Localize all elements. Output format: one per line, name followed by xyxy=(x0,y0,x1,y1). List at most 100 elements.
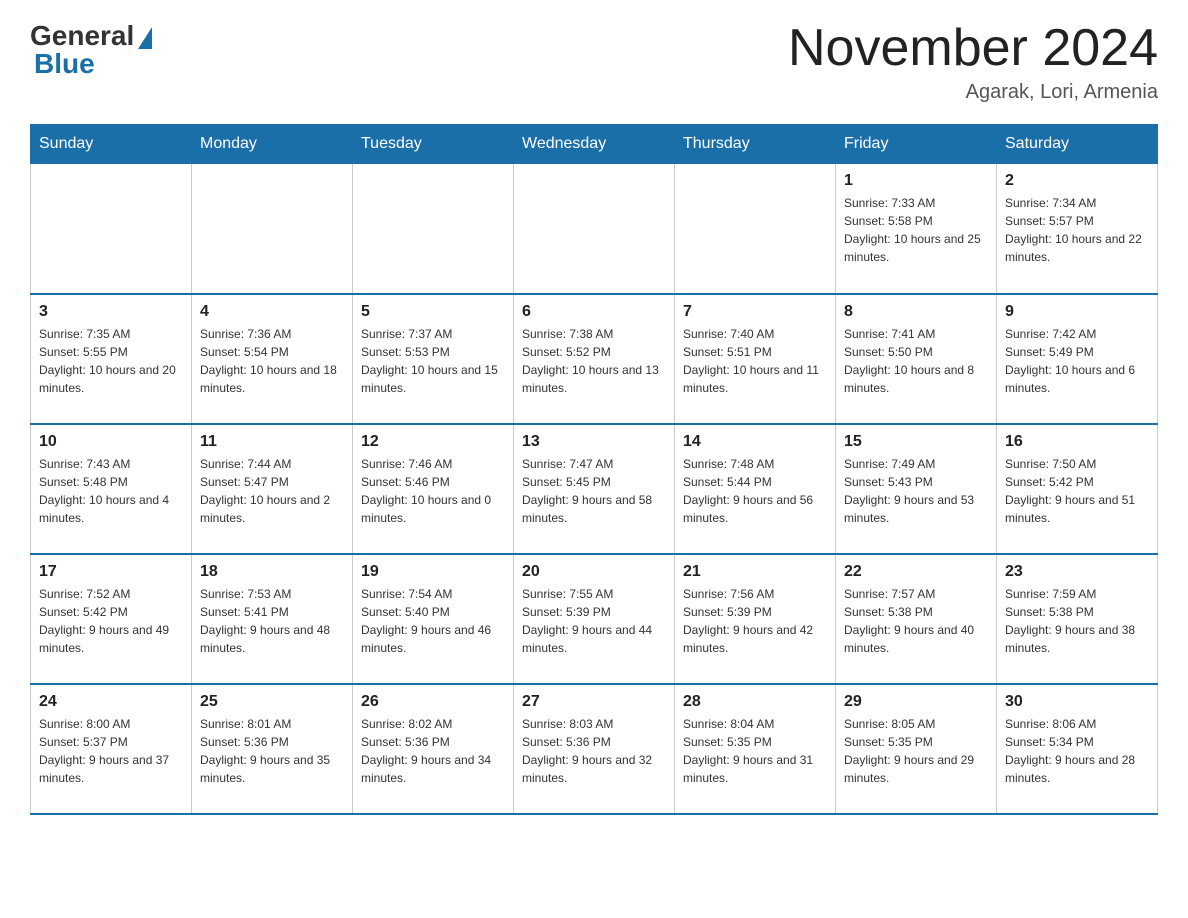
day-info: Sunrise: 7:42 AM Sunset: 5:49 PM Dayligh… xyxy=(1005,325,1149,397)
logo-triangle-icon xyxy=(138,27,152,49)
day-info: Sunrise: 7:54 AM Sunset: 5:40 PM Dayligh… xyxy=(361,585,505,657)
calendar-cell xyxy=(514,164,675,294)
calendar-cell xyxy=(675,164,836,294)
day-number: 6 xyxy=(522,303,666,321)
calendar-cell: 2 Sunrise: 7:34 AM Sunset: 5:57 PM Daylig… xyxy=(997,164,1158,294)
day-info: Sunrise: 8:04 AM Sunset: 5:35 PM Dayligh… xyxy=(683,715,827,787)
week-row-4: 17Sunrise: 7:52 AM Sunset: 5:42 PM Dayli… xyxy=(31,554,1158,684)
calendar-cell: 29Sunrise: 8:05 AM Sunset: 5:35 PM Dayli… xyxy=(836,684,997,814)
day-info: Sunrise: 7:56 AM Sunset: 5:39 PM Dayligh… xyxy=(683,585,827,657)
day-number: 10 xyxy=(39,433,183,451)
week-row-2: 3 Sunrise: 7:35 AM Sunset: 5:55 PM Daylig… xyxy=(31,294,1158,424)
day-info: Sunrise: 7:41 AM Sunset: 5:50 PM Dayligh… xyxy=(844,325,988,397)
calendar-cell: 15 Sunrise: 7:49 AM Sunset: 5:43 PM Dayli… xyxy=(836,424,997,554)
weekday-header-saturday: Saturday xyxy=(997,125,1158,164)
month-title: November 2024 xyxy=(788,20,1158,77)
day-info: Sunrise: 7:34 AM Sunset: 5:57 PM Dayligh… xyxy=(1005,194,1149,266)
weekday-header-tuesday: Tuesday xyxy=(353,125,514,164)
calendar-cell: 4Sunrise: 7:36 AM Sunset: 5:54 PM Daylig… xyxy=(192,294,353,424)
day-info: Sunrise: 7:57 AM Sunset: 5:38 PM Dayligh… xyxy=(844,585,988,657)
day-info: Sunrise: 7:43 AM Sunset: 5:48 PM Dayligh… xyxy=(39,455,183,527)
day-info: Sunrise: 8:02 AM Sunset: 5:36 PM Dayligh… xyxy=(361,715,505,787)
day-info: Sunrise: 7:38 AM Sunset: 5:52 PM Dayligh… xyxy=(522,325,666,397)
calendar-cell: 22 Sunrise: 7:57 AM Sunset: 5:38 PM Dayli… xyxy=(836,554,997,684)
day-info: Sunrise: 8:06 AM Sunset: 5:34 PM Dayligh… xyxy=(1005,715,1149,787)
logo: General Blue xyxy=(30,20,152,80)
calendar-cell: 13 Sunrise: 7:47 AM Sunset: 5:45 PM Dayli… xyxy=(514,424,675,554)
day-number: 24 xyxy=(39,693,183,711)
calendar-cell: 26Sunrise: 8:02 AM Sunset: 5:36 PM Dayli… xyxy=(353,684,514,814)
day-number: 11 xyxy=(200,433,344,451)
day-number: 2 xyxy=(1005,172,1149,190)
calendar-cell xyxy=(353,164,514,294)
calendar-cell: 18Sunrise: 7:53 AM Sunset: 5:41 PM Dayli… xyxy=(192,554,353,684)
calendar-cell: 20 Sunrise: 7:55 AM Sunset: 5:39 PM Dayli… xyxy=(514,554,675,684)
calendar-cell: 1 Sunrise: 7:33 AM Sunset: 5:58 PM Daylig… xyxy=(836,164,997,294)
day-number: 19 xyxy=(361,563,505,581)
week-row-1: 1 Sunrise: 7:33 AM Sunset: 5:58 PM Daylig… xyxy=(31,164,1158,294)
day-number: 30 xyxy=(1005,693,1149,711)
weekday-header-thursday: Thursday xyxy=(675,125,836,164)
calendar-cell xyxy=(192,164,353,294)
day-number: 27 xyxy=(522,693,666,711)
location-subtitle: Agarak, Lori, Armenia xyxy=(788,81,1158,104)
weekday-header-monday: Monday xyxy=(192,125,353,164)
calendar-body: 1 Sunrise: 7:33 AM Sunset: 5:58 PM Daylig… xyxy=(31,164,1158,814)
day-number: 29 xyxy=(844,693,988,711)
logo-blue-text: Blue xyxy=(34,48,95,80)
day-info: Sunrise: 8:00 AM Sunset: 5:37 PM Dayligh… xyxy=(39,715,183,787)
day-info: Sunrise: 7:49 AM Sunset: 5:43 PM Dayligh… xyxy=(844,455,988,527)
day-number: 22 xyxy=(844,563,988,581)
day-info: Sunrise: 7:44 AM Sunset: 5:47 PM Dayligh… xyxy=(200,455,344,527)
day-info: Sunrise: 8:03 AM Sunset: 5:36 PM Dayligh… xyxy=(522,715,666,787)
calendar-cell: 17Sunrise: 7:52 AM Sunset: 5:42 PM Dayli… xyxy=(31,554,192,684)
weekday-header-wednesday: Wednesday xyxy=(514,125,675,164)
week-row-3: 10 Sunrise: 7:43 AM Sunset: 5:48 PM Dayli… xyxy=(31,424,1158,554)
day-number: 20 xyxy=(522,563,666,581)
calendar-cell xyxy=(31,164,192,294)
day-number: 3 xyxy=(39,303,183,321)
calendar-cell: 8 Sunrise: 7:41 AM Sunset: 5:50 PM Daylig… xyxy=(836,294,997,424)
calendar-cell: 12 Sunrise: 7:46 AM Sunset: 5:46 PM Dayli… xyxy=(353,424,514,554)
calendar-header: SundayMondayTuesdayWednesdayThursdayFrid… xyxy=(31,125,1158,164)
day-number: 1 xyxy=(844,172,988,190)
day-info: Sunrise: 7:59 AM Sunset: 5:38 PM Dayligh… xyxy=(1005,585,1149,657)
day-info: Sunrise: 8:01 AM Sunset: 5:36 PM Dayligh… xyxy=(200,715,344,787)
calendar-cell: 28 Sunrise: 8:04 AM Sunset: 5:35 PM Dayli… xyxy=(675,684,836,814)
day-number: 17 xyxy=(39,563,183,581)
calendar-cell: 25Sunrise: 8:01 AM Sunset: 5:36 PM Dayli… xyxy=(192,684,353,814)
day-number: 21 xyxy=(683,563,827,581)
day-info: Sunrise: 7:35 AM Sunset: 5:55 PM Dayligh… xyxy=(39,325,183,397)
day-number: 16 xyxy=(1005,433,1149,451)
calendar-cell: 10 Sunrise: 7:43 AM Sunset: 5:48 PM Dayli… xyxy=(31,424,192,554)
calendar-table: SundayMondayTuesdayWednesdayThursdayFrid… xyxy=(30,124,1158,815)
calendar-cell: 5Sunrise: 7:37 AM Sunset: 5:53 PM Daylig… xyxy=(353,294,514,424)
day-number: 13 xyxy=(522,433,666,451)
day-number: 14 xyxy=(683,433,827,451)
calendar-cell: 3 Sunrise: 7:35 AM Sunset: 5:55 PM Daylig… xyxy=(31,294,192,424)
day-number: 28 xyxy=(683,693,827,711)
page-header: General Blue November 2024 Agarak, Lori,… xyxy=(30,20,1158,104)
day-info: Sunrise: 7:50 AM Sunset: 5:42 PM Dayligh… xyxy=(1005,455,1149,527)
day-info: Sunrise: 7:33 AM Sunset: 5:58 PM Dayligh… xyxy=(844,194,988,266)
day-number: 8 xyxy=(844,303,988,321)
day-number: 4 xyxy=(200,303,344,321)
calendar-cell: 9Sunrise: 7:42 AM Sunset: 5:49 PM Daylig… xyxy=(997,294,1158,424)
calendar-cell: 7 Sunrise: 7:40 AM Sunset: 5:51 PM Daylig… xyxy=(675,294,836,424)
day-number: 23 xyxy=(1005,563,1149,581)
week-row-5: 24 Sunrise: 8:00 AM Sunset: 5:37 PM Dayli… xyxy=(31,684,1158,814)
calendar-cell: 21 Sunrise: 7:56 AM Sunset: 5:39 PM Dayli… xyxy=(675,554,836,684)
calendar-cell: 19 Sunrise: 7:54 AM Sunset: 5:40 PM Dayli… xyxy=(353,554,514,684)
calendar-cell: 16 Sunrise: 7:50 AM Sunset: 5:42 PM Dayli… xyxy=(997,424,1158,554)
title-section: November 2024 Agarak, Lori, Armenia xyxy=(788,20,1158,104)
day-number: 7 xyxy=(683,303,827,321)
day-info: Sunrise: 7:47 AM Sunset: 5:45 PM Dayligh… xyxy=(522,455,666,527)
day-number: 12 xyxy=(361,433,505,451)
day-info: Sunrise: 7:46 AM Sunset: 5:46 PM Dayligh… xyxy=(361,455,505,527)
day-info: Sunrise: 7:48 AM Sunset: 5:44 PM Dayligh… xyxy=(683,455,827,527)
days-of-week-row: SundayMondayTuesdayWednesdayThursdayFrid… xyxy=(31,125,1158,164)
day-number: 15 xyxy=(844,433,988,451)
day-info: Sunrise: 7:40 AM Sunset: 5:51 PM Dayligh… xyxy=(683,325,827,397)
day-info: Sunrise: 7:55 AM Sunset: 5:39 PM Dayligh… xyxy=(522,585,666,657)
weekday-header-friday: Friday xyxy=(836,125,997,164)
